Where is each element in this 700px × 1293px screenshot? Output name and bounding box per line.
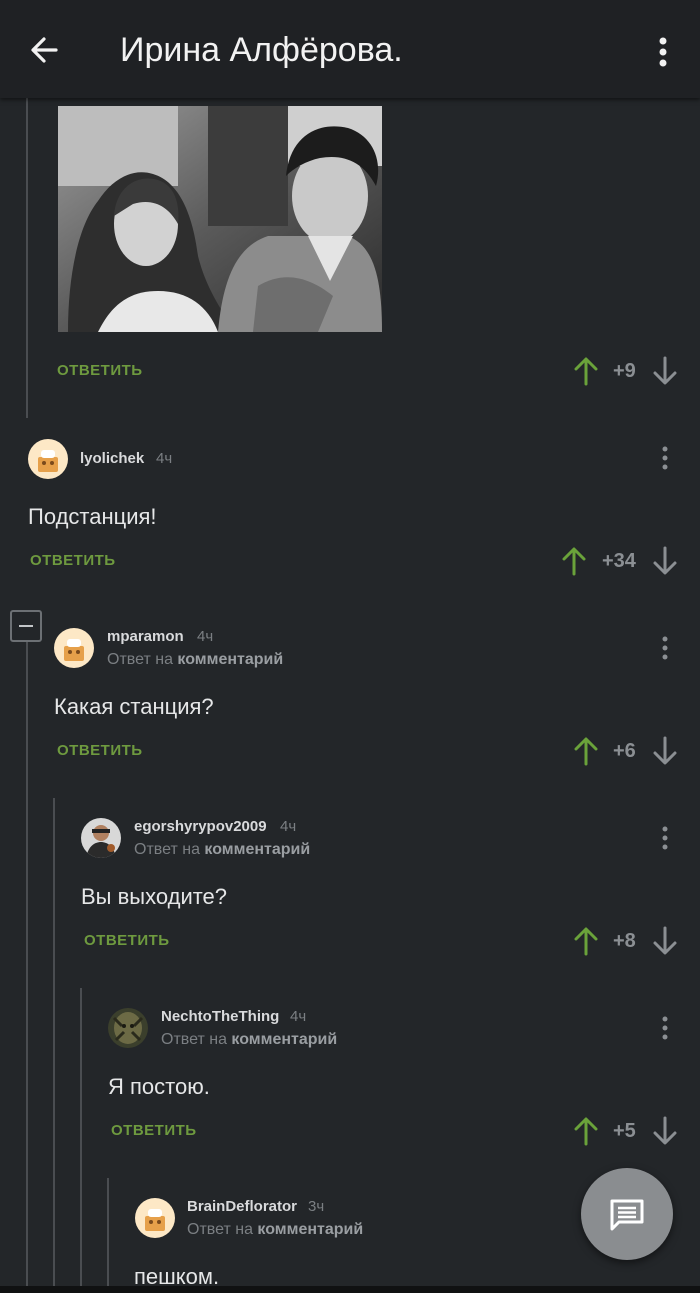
comment-time: 4ч (156, 450, 173, 467)
comment-text: Подстанция! (28, 504, 157, 529)
comment-time: 4ч (290, 1008, 307, 1025)
arrow-down-icon[interactable] (652, 926, 678, 956)
thread-line (26, 98, 28, 418)
reply-button[interactable]: ОТВЕТИТЬ (57, 362, 143, 379)
reply-button[interactable]: ОТВЕТИТЬ (30, 552, 116, 569)
reply-to-line: Ответ на комментарий (187, 1221, 363, 1239)
reply-to-link[interactable]: комментарий (177, 651, 283, 668)
arrow-up-icon[interactable] (573, 926, 599, 956)
comment-icon (610, 1199, 644, 1231)
comment-username[interactable]: NechtoTheThing (161, 1008, 279, 1025)
more-vertical-icon[interactable] (645, 32, 681, 72)
reply-to-line: Ответ на комментарий (107, 651, 283, 669)
arrow-down-icon[interactable] (652, 736, 678, 766)
comment-username[interactable]: egorshyrypov2009 (134, 818, 267, 835)
comment-text: Вы выходите? (81, 884, 228, 909)
reply-to-prefix: Ответ на (161, 1031, 232, 1048)
reply-to-link[interactable]: комментарий (204, 841, 310, 858)
reply-button[interactable]: ОТВЕТИТЬ (57, 742, 143, 759)
thread-line (26, 642, 28, 1293)
vote-score: +9 (613, 360, 636, 382)
arrow-down-icon[interactable] (652, 356, 678, 386)
vote-score: +8 (613, 930, 636, 952)
arrow-up-icon[interactable] (573, 1116, 599, 1146)
comment-text: Я постою. (108, 1074, 210, 1099)
more-vertical-icon[interactable] (660, 1015, 670, 1041)
comment-time: 3ч (308, 1198, 325, 1215)
more-vertical-icon[interactable] (660, 635, 670, 661)
reply-to-prefix: Ответ на (134, 841, 205, 858)
avatar[interactable] (81, 818, 121, 858)
thread-line (107, 1178, 109, 1293)
vote-score: +5 (613, 1120, 636, 1142)
reply-to-link[interactable]: комментарий (231, 1031, 337, 1048)
app-bar: Ирина Алфёрова. (0, 0, 700, 98)
bottom-edge (0, 1286, 700, 1293)
more-vertical-icon[interactable] (660, 445, 670, 471)
reply-button[interactable]: ОТВЕТИТЬ (111, 1122, 197, 1139)
back-arrow-icon[interactable] (26, 30, 66, 70)
comment-username[interactable]: BrainDeflorator (187, 1198, 297, 1215)
comment-photo[interactable] (58, 106, 382, 332)
vote-score: +34 (602, 550, 636, 572)
avatar[interactable] (108, 1008, 148, 1048)
comment-username[interactable]: lyolichek (80, 450, 144, 467)
comment-fab-button[interactable] (581, 1168, 673, 1260)
avatar[interactable] (28, 439, 68, 479)
vote-score: +6 (613, 740, 636, 762)
comment-time: 4ч (280, 818, 297, 835)
reply-to-link[interactable]: комментарий (257, 1221, 363, 1238)
reply-to-line: Ответ на комментарий (161, 1031, 337, 1049)
thread-line (53, 798, 55, 1293)
comment-time: 4ч (197, 628, 214, 645)
avatar[interactable] (135, 1198, 175, 1238)
thread-line (80, 988, 82, 1293)
reply-to-line: Ответ на комментарий (134, 841, 310, 859)
arrow-down-icon[interactable] (652, 1116, 678, 1146)
arrow-up-icon[interactable] (561, 546, 587, 576)
page-title: Ирина Алфёрова. (120, 31, 403, 69)
arrow-up-icon[interactable] (573, 736, 599, 766)
reply-to-prefix: Ответ на (187, 1221, 258, 1238)
arrow-down-icon[interactable] (652, 546, 678, 576)
reply-button[interactable]: ОТВЕТИТЬ (84, 932, 170, 949)
reply-to-prefix: Ответ на (107, 651, 178, 668)
more-vertical-icon[interactable] (660, 825, 670, 851)
collapse-thread-button[interactable] (10, 610, 42, 642)
comment-username[interactable]: mparamon (107, 628, 184, 645)
avatar[interactable] (54, 628, 94, 668)
arrow-up-icon[interactable] (573, 356, 599, 386)
comment-text: Какая станция? (54, 694, 214, 719)
minus-icon (19, 625, 33, 627)
